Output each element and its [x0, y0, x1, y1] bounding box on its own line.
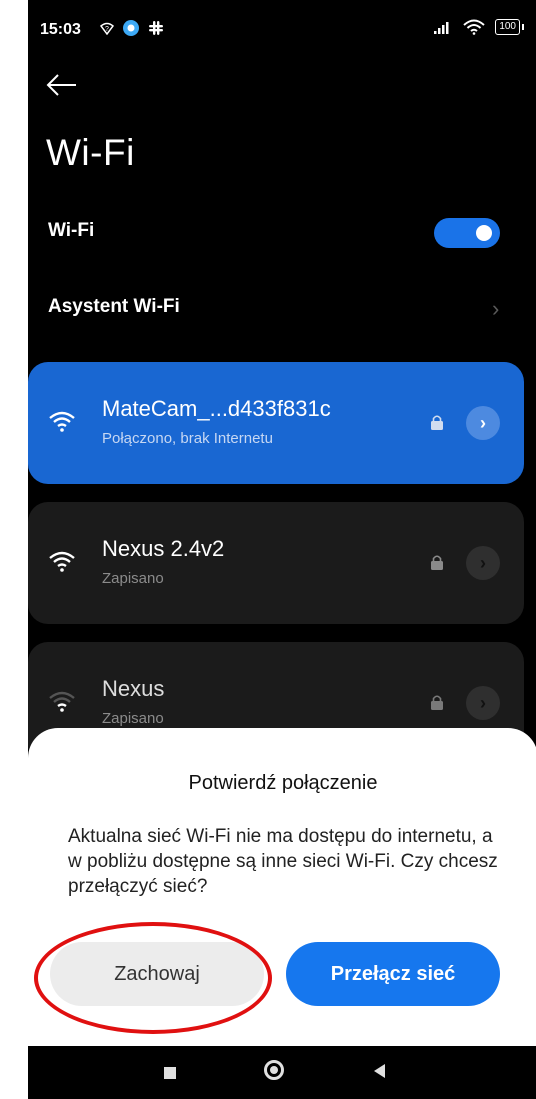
- wifi-setting-label: Wi-Fi: [48, 220, 95, 241]
- home-icon[interactable]: [264, 1060, 284, 1080]
- wifi-status-icon: [463, 19, 485, 35]
- network-name: MateCam_...d433f831c: [102, 396, 331, 421]
- lock-icon: [431, 415, 443, 430]
- back-icon[interactable]: [374, 1064, 385, 1078]
- network-status: Zapisano: [102, 570, 164, 587]
- svg-text:?: ?: [105, 26, 109, 33]
- wifi-icon: [49, 691, 75, 712]
- network-details-button[interactable]: ›: [466, 686, 500, 720]
- network-name: Nexus 2.4v2: [102, 536, 225, 561]
- cell-signal-icon: [434, 22, 449, 34]
- phone-screen: 15:03 ? 100 Wi-Fi Wi-Fi Asystent Wi-Fi ›…: [28, 0, 536, 1099]
- wifi-assistant-label[interactable]: Asystent Wi-Fi: [48, 296, 180, 318]
- dialog-title: Potwierdź połączenie: [188, 772, 378, 794]
- switch-network-button[interactable]: Przełącz sieć: [286, 942, 500, 1006]
- arrow-left-icon[interactable]: [44, 70, 80, 100]
- wifi-icon: [49, 551, 75, 572]
- network-status: Zapisano: [102, 710, 164, 727]
- battery-icon: 100: [495, 19, 524, 35]
- network-details-button[interactable]: ›: [466, 406, 500, 440]
- lock-icon: [431, 555, 443, 570]
- network-details-button[interactable]: ›: [466, 546, 500, 580]
- recents-icon[interactable]: [164, 1067, 176, 1079]
- dialog-message: Aktualna sieć Wi-Fi nie ma dostępu do in…: [68, 826, 498, 897]
- slack-icon: [149, 21, 163, 35]
- lock-icon: [431, 695, 443, 710]
- network-item-matecam[interactable]: MateCam_...d433f831c Połączono, brak Int…: [28, 362, 524, 484]
- app-notification-icon: [123, 20, 139, 36]
- navigation-bar: [28, 1046, 536, 1099]
- wifi-icon: [49, 411, 75, 432]
- network-item-nexus-2-4v2[interactable]: Nexus 2.4v2 Zapisano ›: [28, 502, 524, 624]
- network-name: Nexus: [102, 676, 165, 701]
- signal-question-icon: ?: [100, 22, 114, 35]
- network-status: Połączono, brak Internetu: [102, 430, 273, 447]
- red-highlight-annotation: [34, 922, 272, 1034]
- status-bar: 15:03 ? 100: [28, 0, 536, 60]
- wifi-toggle[interactable]: [434, 218, 500, 248]
- toggle-knob: [476, 225, 492, 241]
- status-time: 15:03: [40, 21, 81, 38]
- chevron-right-icon[interactable]: ›: [492, 296, 499, 322]
- page-title: Wi-Fi: [46, 132, 135, 173]
